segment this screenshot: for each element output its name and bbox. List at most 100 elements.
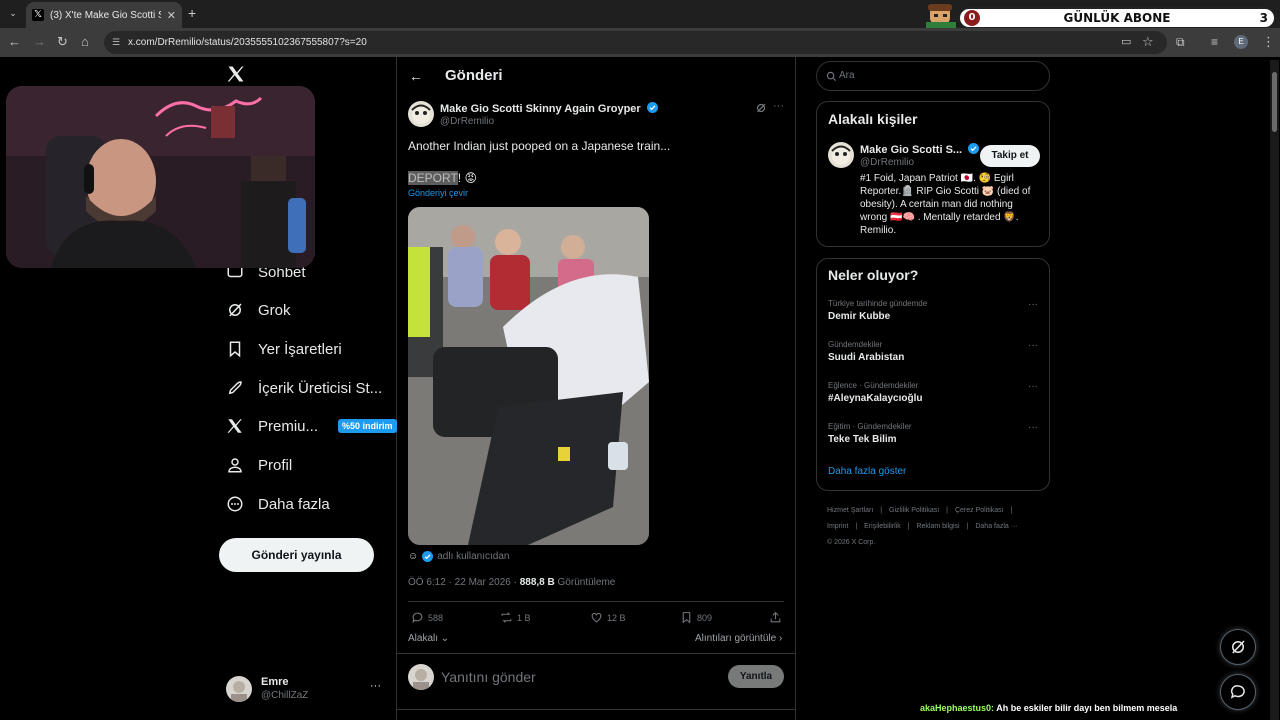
page-scrollbar[interactable] xyxy=(1270,60,1279,720)
back-icon[interactable]: ← xyxy=(8,34,21,50)
repost-action[interactable]: 1 B xyxy=(500,611,531,624)
share-action[interactable] xyxy=(769,611,782,624)
site-info-icon[interactable]: ☰ xyxy=(112,31,120,54)
bookmark-icon xyxy=(229,341,241,358)
view-label: Görüntüleme xyxy=(554,577,616,588)
author-name[interactable]: Make Gio Scotti Skinny Again Groyper xyxy=(440,102,658,115)
video-frame-image xyxy=(408,207,649,545)
x-favicon-icon: 𝕏 xyxy=(32,9,44,21)
premium-discount-badge: %50 indirim xyxy=(338,419,397,433)
translate-link[interactable]: Gönderiyi çevir xyxy=(408,188,468,198)
reply-action[interactable]: 588 xyxy=(411,611,443,624)
messages-floating-button[interactable] xyxy=(1220,674,1256,710)
more-circle-icon xyxy=(227,496,243,512)
footer-link[interactable]: Imprint xyxy=(827,523,848,530)
author-handle[interactable]: @DrRemilio xyxy=(440,116,494,127)
sort-relevant-dropdown[interactable]: Alakalı ⌄ xyxy=(408,633,449,644)
follow-button[interactable]: Takip et xyxy=(980,145,1040,167)
footer-copyright: © 2026 X Corp. xyxy=(827,539,876,546)
trends-title: Neler oluyor? xyxy=(828,267,919,283)
tweet-video[interactable] xyxy=(408,207,649,545)
trend-item[interactable]: Eğitim · Gündemdekiler Teke Tek Bilim ··… xyxy=(828,422,1040,445)
nav-item-creator-studio[interactable]: İçerik Üreticisi St... xyxy=(226,376,382,400)
trend-item[interactable]: Türkiye tarihinde gündemde Demir Kubbe ·… xyxy=(828,299,1040,322)
extensions-icon[interactable]: ⧉ xyxy=(1176,34,1185,50)
profile-avatar[interactable]: E xyxy=(1234,35,1248,49)
search-icon xyxy=(826,71,837,82)
page-title: Gönderi xyxy=(445,67,503,84)
view-count: 888,8 B xyxy=(519,577,555,588)
account-switcher[interactable]: Emre @ChillZaZ ··· xyxy=(226,674,386,706)
forward-icon[interactable]: → xyxy=(33,34,46,50)
related-handle[interactable]: @DrRemilio xyxy=(860,157,914,168)
source-attribution[interactable]: ☺ adlı kullanıcıdan xyxy=(408,551,510,562)
nav-item-more[interactable]: Daha fazla xyxy=(226,492,330,516)
bookmark-star-icon[interactable]: ☆ xyxy=(1142,34,1154,50)
account-name: Emre xyxy=(261,676,289,688)
footer-links: Hizmet Şartları | Gizlilik Politikası | … xyxy=(827,503,1037,551)
footer-link[interactable]: Hizmet Şartları xyxy=(827,507,873,514)
user-face-icon xyxy=(231,681,247,702)
footer-link[interactable]: Gizlilik Politikası xyxy=(889,507,939,514)
url-text: x.com/DrRemilio/status/20355551023675558… xyxy=(128,37,367,48)
footer-separator: | xyxy=(880,507,883,514)
chat-text: Ah be eskiler bilir dayı ben bilmem mese… xyxy=(994,703,1178,713)
tab-title: (3) X'te Make Gio Scotti Skinny xyxy=(50,9,161,21)
trend-item[interactable]: Gündemdekiler Suudi Arabistan ··· xyxy=(828,340,1040,363)
post-more-icon[interactable]: ··· xyxy=(773,100,784,112)
tweet-text-suffix: ! 😡 xyxy=(457,171,477,185)
footer-link[interactable]: Daha fazla ··· xyxy=(975,523,1017,530)
daily-subscriber-widget: 0 GÜNLÜK ABONE 3 xyxy=(958,7,1276,29)
x-logo-icon[interactable] xyxy=(226,64,246,84)
browser-tab[interactable]: 𝕏 (3) X'te Make Gio Scotti Skinny ✕ xyxy=(26,2,182,28)
trend-more-icon[interactable]: ··· xyxy=(1028,422,1038,433)
home-icon[interactable]: ⌂ xyxy=(81,34,89,50)
reply-input[interactable]: Yanıtını gönder xyxy=(441,669,536,685)
browser-tab-bar: ⌄ 𝕏 (3) X'te Make Gio Scotti Skinny ✕ + … xyxy=(0,0,1280,30)
trend-more-icon[interactable]: ··· xyxy=(1028,340,1038,351)
related-avatar[interactable] xyxy=(828,142,854,168)
source-avatar-icon: ☺ xyxy=(408,551,419,562)
author-avatar[interactable] xyxy=(408,101,434,127)
tab-list-chevron-icon[interactable]: ⌄ xyxy=(6,6,20,20)
reply-button[interactable]: Yanıtla xyxy=(728,665,784,688)
reading-list-icon[interactable]: ≡ xyxy=(1211,34,1218,50)
bookmark-action[interactable]: 809 xyxy=(680,611,712,624)
footer-separator: | xyxy=(1010,507,1013,514)
show-more-link[interactable]: Daha fazla göster xyxy=(828,466,906,477)
new-tab-button[interactable]: + xyxy=(188,5,196,21)
post-button[interactable]: Gönderi yayınla xyxy=(219,538,374,572)
footer-link[interactable]: Çerez Politikası xyxy=(955,507,1004,514)
verified-badge-icon xyxy=(646,102,658,113)
grok-explain-icon[interactable] xyxy=(755,102,767,114)
nav-item-bookmarks[interactable]: Yer İşaretleri xyxy=(226,337,342,361)
like-count: 12 B xyxy=(607,612,626,623)
scrollbar-thumb[interactable] xyxy=(1272,72,1277,132)
address-bar[interactable]: ☰ x.com/DrRemilio/status/203555510236755… xyxy=(104,31,1167,54)
back-arrow-icon[interactable]: ← xyxy=(409,68,423,84)
trend-item[interactable]: Eğlence · Gündemdekiler #AleynaKalaycıoğ… xyxy=(828,381,1040,404)
reload-icon[interactable]: ↻ xyxy=(57,34,68,50)
trend-more-icon[interactable]: ··· xyxy=(1028,381,1038,392)
account-more-icon[interactable]: ··· xyxy=(370,680,381,692)
chevron-right-icon: › xyxy=(776,633,783,644)
trend-meta: Eğitim · Gündemdekiler xyxy=(828,422,912,431)
nav-item-grok[interactable]: Grok xyxy=(226,298,291,322)
like-action[interactable]: 12 B xyxy=(590,611,626,624)
footer-link[interactable]: Reklam bilgisi xyxy=(916,523,959,530)
footer-link[interactable]: Erişilebilirlik xyxy=(864,523,901,530)
install-app-icon[interactable]: ▭ xyxy=(1121,34,1131,50)
quotes-label: Alıntıları görüntüle xyxy=(695,633,777,644)
nav-item-profile[interactable]: Profil xyxy=(226,453,292,477)
browser-menu-icon[interactable]: ⋮ xyxy=(1262,34,1275,50)
search-input[interactable]: Ara xyxy=(816,61,1050,91)
trend-more-icon[interactable]: ··· xyxy=(1028,299,1038,310)
related-name[interactable]: Make Gio Scotti S... xyxy=(860,143,980,156)
subscriber-goal: 3 xyxy=(1259,11,1268,25)
tab-close-icon[interactable]: ✕ xyxy=(167,9,176,22)
subscriber-label: GÜNLÜK ABONE xyxy=(1063,11,1171,25)
view-quotes-link[interactable]: Alıntıları görüntüle › xyxy=(695,633,782,644)
nav-item-premium[interactable]: Premiu... %50 indirim xyxy=(226,414,397,438)
grok-floating-button[interactable] xyxy=(1220,629,1256,665)
tweet-text-line2: DEPORT! 😡 xyxy=(408,171,477,185)
